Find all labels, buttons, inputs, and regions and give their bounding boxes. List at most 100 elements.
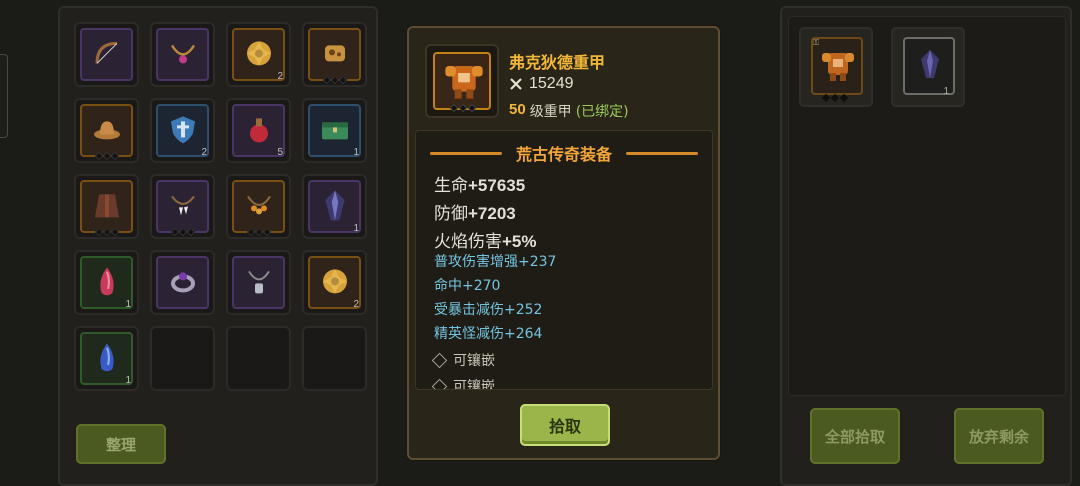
item-icon-frame <box>425 44 499 118</box>
socket-slot: 可镶嵌 <box>431 350 495 370</box>
star-dots <box>821 93 849 103</box>
item-level: 50 <box>509 101 526 118</box>
item-tooltip: 弗克狄德重甲 15249 50 级重甲 (已绑定) 荒古传奇装备 生命+5763… <box>407 26 720 460</box>
inventory-slot[interactable] <box>74 98 139 163</box>
bow-icon <box>91 37 123 69</box>
item-count: 1 <box>353 147 359 158</box>
fang-necklace-icon <box>167 189 199 221</box>
star-dots <box>94 227 119 237</box>
socket-icon <box>431 378 448 389</box>
inventory-slot[interactable]: 1 <box>302 174 367 239</box>
star-dots <box>449 103 477 113</box>
shuriken-icon <box>319 265 351 297</box>
heavy-armor-icon <box>822 53 854 81</box>
star-dots <box>94 151 119 161</box>
inventory-slot[interactable] <box>226 174 291 239</box>
inventory-slot[interactable] <box>226 250 291 315</box>
sub-stat: 命中+270 <box>434 278 501 294</box>
lock-icon: ⚿ <box>813 38 820 47</box>
star-dots <box>246 227 271 237</box>
main-stat: 火焰伤害+5% <box>434 227 537 252</box>
inventory-slot[interactable]: 1 <box>74 326 139 391</box>
shuriken-icon <box>243 37 275 69</box>
sub-stat: 精英怪减伤+264 <box>434 326 543 342</box>
item-type: 级重甲 <box>529 104 572 120</box>
hat-icon <box>91 113 123 145</box>
socket-label: 可镶嵌 <box>453 379 495 390</box>
item-count: 1 <box>125 375 131 386</box>
inventory-slot-empty[interactable] <box>226 326 291 391</box>
stat-value: +57635 <box>468 176 526 195</box>
inventory-slot[interactable]: 2 <box>150 98 215 163</box>
crystal-icon <box>921 50 939 78</box>
inventory-slot[interactable]: 1 <box>302 98 367 163</box>
item-count: 1 <box>943 86 949 97</box>
star-dots <box>170 227 195 237</box>
item-count: 1 <box>125 299 131 310</box>
discard-remaining-button[interactable]: 放弃剩余 <box>954 408 1044 464</box>
bound-status: (已绑定) <box>575 104 629 120</box>
side-tab[interactable] <box>0 54 8 138</box>
fossil-icon <box>319 37 351 69</box>
socket-icon <box>431 352 448 368</box>
item-count: 1 <box>353 223 359 234</box>
heavy-armor-icon <box>445 66 483 99</box>
loot-item-crystal[interactable]: 1 <box>891 27 965 107</box>
stat-label: 防御 <box>434 204 468 224</box>
crossed-swords-icon <box>510 78 522 90</box>
sort-button[interactable]: 整理 <box>76 424 166 464</box>
amber-necklace-icon <box>243 189 275 221</box>
socket-label: 可镶嵌 <box>453 353 495 369</box>
sub-stat: 受暴击减伤+252 <box>434 302 543 318</box>
stat-value: +7203 <box>468 204 516 223</box>
star-dots <box>322 75 347 85</box>
main-stat: 生命+57635 <box>434 171 525 196</box>
ruby-icon <box>91 265 123 297</box>
item-count: 5 <box>277 147 283 158</box>
stat-label: 火焰伤害 <box>434 232 502 252</box>
stats-box[interactable]: 荒古传奇装备 生命+57635 防御+7203 火焰伤害+5% 普攻伤害增强+2… <box>415 130 713 390</box>
chest-icon <box>319 113 351 145</box>
item-count: 2 <box>353 299 359 310</box>
loot-item-armor[interactable]: ⚿ <box>799 27 873 107</box>
sub-stat: 普攻伤害增强+237 <box>434 254 557 270</box>
robe-icon <box>91 189 123 221</box>
item-name: 弗克狄德重甲 <box>509 53 606 72</box>
inventory-slot[interactable] <box>150 250 215 315</box>
inventory-slot-empty[interactable] <box>150 326 215 391</box>
loot-panel: ⚿ 1 全部拾取 放弃剩余 <box>780 6 1072 486</box>
ring-icon <box>167 265 199 297</box>
inventory-slot[interactable]: 2 <box>302 250 367 315</box>
inventory-panel: 2 2 5 1 1 1 2 1 整理 <box>58 6 378 486</box>
stat-label: 生命 <box>434 176 468 196</box>
item-count: 2 <box>277 71 283 82</box>
inventory-grid: 2 2 5 1 1 1 2 1 <box>74 22 367 391</box>
shield-icon <box>167 113 199 145</box>
inventory-slot-empty[interactable] <box>302 326 367 391</box>
sapphire-icon <box>91 341 123 373</box>
pick-all-button[interactable]: 全部拾取 <box>810 408 900 464</box>
socket-slot: 可镶嵌 <box>431 376 495 390</box>
inventory-slot[interactable]: 1 <box>74 250 139 315</box>
power-value: 15249 <box>529 75 574 92</box>
section-header: 荒古传奇装备 <box>416 141 712 165</box>
item-count: 2 <box>201 147 207 158</box>
crystal-icon <box>319 189 351 221</box>
loot-list: ⚿ 1 <box>788 16 1066 396</box>
divider <box>626 151 698 155</box>
section-title: 荒古传奇装备 <box>515 145 612 164</box>
combat-power: 15249 <box>509 75 574 93</box>
potion-icon <box>243 113 275 145</box>
tag-necklace-icon <box>243 265 275 297</box>
inventory-slot[interactable] <box>150 22 215 87</box>
item-level-line: 50 级重甲 (已绑定) <box>509 101 629 121</box>
main-stat: 防御+7203 <box>434 199 516 224</box>
inventory-slot[interactable] <box>74 22 139 87</box>
inventory-slot[interactable] <box>74 174 139 239</box>
inventory-slot[interactable] <box>302 22 367 87</box>
necklace-icon <box>167 37 199 69</box>
inventory-slot[interactable] <box>150 174 215 239</box>
inventory-slot[interactable]: 5 <box>226 98 291 163</box>
inventory-slot[interactable]: 2 <box>226 22 291 87</box>
pick-up-button[interactable]: 拾取 <box>520 404 610 446</box>
